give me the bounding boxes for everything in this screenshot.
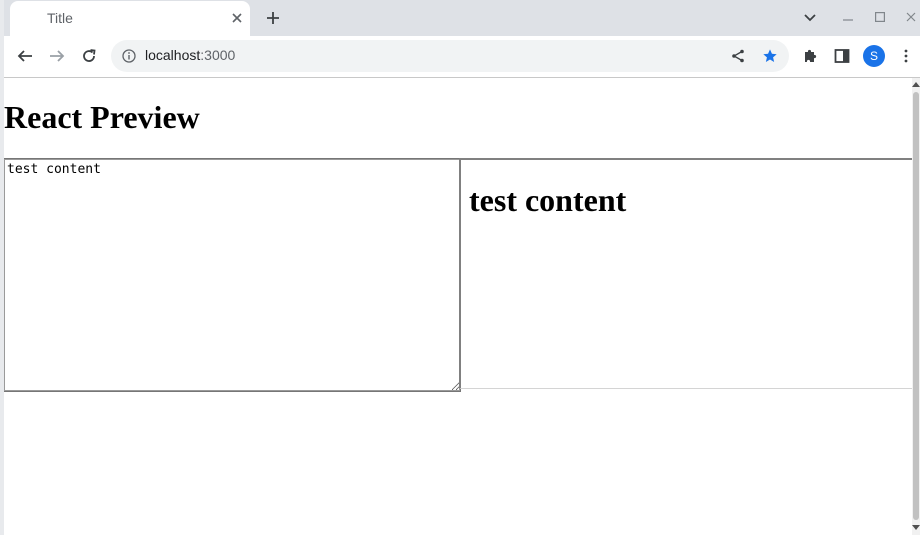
tab-search-chevron-down-icon[interactable] [799, 7, 821, 29]
page-title: React Preview [4, 99, 200, 135]
tab-active[interactable]: Title [10, 1, 250, 36]
profile-avatar[interactable]: S [863, 45, 885, 67]
site-info-icon[interactable] [119, 46, 139, 66]
page-scrollbar[interactable] [912, 78, 920, 535]
preview-heading: test content [469, 182, 627, 218]
tab-close-icon[interactable] [228, 9, 246, 27]
extensions-puzzle-icon[interactable] [798, 44, 822, 68]
preview-pane: test content [459, 158, 913, 389]
maximize-icon[interactable] [869, 6, 891, 28]
minimize-icon[interactable] [837, 6, 859, 28]
back-arrow-icon[interactable] [13, 44, 37, 68]
window-edge [0, 0, 4, 535]
new-tab-icon[interactable] [262, 7, 284, 29]
url-host: localhost [145, 47, 201, 63]
url-text[interactable]: localhost:3000 [145, 47, 235, 63]
side-panel-icon[interactable] [830, 44, 854, 68]
scroll-up-arrow-icon[interactable] [912, 80, 920, 88]
bookmark-star-icon[interactable] [760, 46, 780, 66]
tab-title: Title [47, 10, 73, 26]
reload-icon[interactable] [77, 44, 101, 68]
forward-arrow-icon[interactable] [45, 44, 69, 68]
markup-editor-textarea[interactable]: test content [3, 158, 461, 392]
scrollbar-thumb[interactable] [913, 92, 919, 520]
page-content: React Preview test content test content [0, 78, 913, 535]
menu-kebab-icon[interactable] [894, 44, 918, 68]
share-icon[interactable] [728, 46, 748, 66]
url-port: :3000 [200, 47, 236, 63]
tab-strip: Title [0, 0, 920, 36]
close-window-icon[interactable] [900, 6, 920, 28]
scroll-down-arrow-icon[interactable] [912, 524, 920, 532]
browser-toolbar: localhost:3000 S [0, 36, 920, 78]
address-bar[interactable]: localhost:3000 [111, 40, 789, 72]
